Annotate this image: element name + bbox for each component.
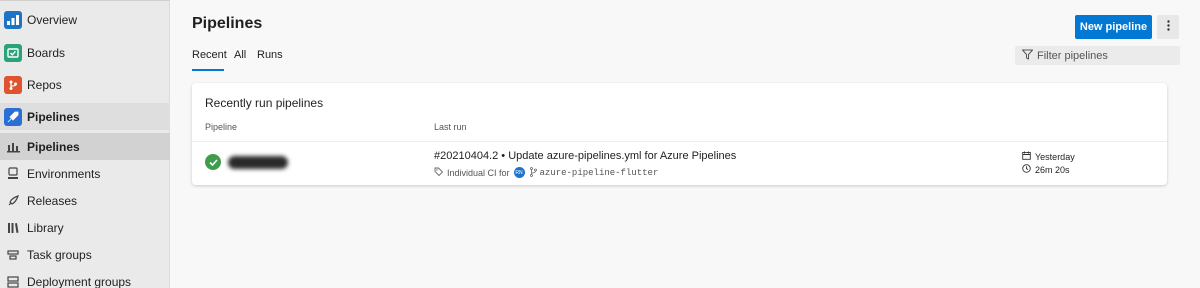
page-title: Pipelines bbox=[192, 15, 263, 32]
tab-runs[interactable]: Runs bbox=[257, 49, 283, 61]
main-content: Pipelines New pipeline Recent All Runs R… bbox=[171, 0, 1200, 288]
sidebar-item-pipelines[interactable]: Pipelines bbox=[0, 103, 170, 130]
filter-pipelines-input[interactable] bbox=[1037, 46, 1177, 65]
sidebar-item-repos[interactable]: Repos bbox=[0, 71, 170, 98]
deployment-groups-icon bbox=[4, 273, 22, 288]
sidebar: Overview Boards Repos Pipelines Pipeline bbox=[0, 0, 170, 288]
filter-icon bbox=[1021, 49, 1034, 63]
sidebar-item-label: Deployment groups bbox=[27, 274, 132, 288]
card-title: Recently run pipelines bbox=[205, 96, 324, 110]
sidebar-item-label: Library bbox=[27, 220, 64, 235]
run-date: Yesterday bbox=[1022, 151, 1075, 162]
trigger-text: Individual CI for bbox=[447, 167, 510, 178]
sidebar-item-releases[interactable]: Releases bbox=[0, 187, 170, 214]
tab-all[interactable]: All bbox=[234, 49, 246, 61]
redacted-pipeline-name bbox=[228, 156, 288, 169]
recent-pipelines-card: Recently run pipelines Pipeline Last run… bbox=[192, 83, 1167, 185]
pipelines-icon bbox=[4, 107, 22, 126]
sidebar-item-library[interactable]: Library bbox=[0, 214, 170, 241]
repos-icon bbox=[4, 75, 22, 94]
tag-icon bbox=[434, 167, 444, 178]
sidebar-divider bbox=[0, 0, 170, 1]
row-divider bbox=[192, 141, 1167, 142]
branch-name[interactable]: azure-pipeline-flutter bbox=[540, 168, 659, 178]
library-icon bbox=[4, 219, 22, 237]
sidebar-item-environments[interactable]: Environments bbox=[0, 160, 170, 187]
environments-icon bbox=[4, 165, 22, 183]
sidebar-item-label: Releases bbox=[27, 193, 78, 208]
sidebar-item-label: Boards bbox=[27, 45, 66, 60]
sidebar-item-overview[interactable]: Overview bbox=[0, 6, 170, 33]
sidebar-item-boards[interactable]: Boards bbox=[0, 39, 170, 66]
pipelines-sub-icon bbox=[4, 138, 22, 156]
clock-icon bbox=[1022, 164, 1035, 175]
boards-icon bbox=[4, 43, 22, 62]
column-header-pipeline: Pipeline bbox=[205, 122, 238, 132]
sidebar-item-label: Task groups bbox=[27, 247, 92, 262]
branch-icon bbox=[529, 166, 537, 179]
sidebar-item-pipelines-sub[interactable]: Pipelines bbox=[0, 133, 170, 160]
run-date-text: Yesterday bbox=[1035, 151, 1075, 162]
sidebar-item-label: Pipelines bbox=[27, 109, 80, 124]
sidebar-item-label: Pipelines bbox=[27, 139, 80, 154]
tab-recent[interactable]: Recent bbox=[192, 49, 227, 61]
sidebar-item-label: Repos bbox=[27, 77, 62, 92]
run-title[interactable]: #20210404.2 • Update azure-pipelines.yml… bbox=[434, 150, 736, 162]
sidebar-item-deployment-groups[interactable]: Deployment groups bbox=[0, 268, 170, 288]
run-meta: Individual CI for RN azure-pipeline-flut… bbox=[434, 166, 658, 179]
run-duration: 26m 20s bbox=[1022, 164, 1070, 175]
new-pipeline-button[interactable]: New pipeline bbox=[1075, 15, 1152, 39]
active-tab-indicator bbox=[192, 69, 224, 71]
more-options-button[interactable] bbox=[1157, 15, 1179, 39]
calendar-icon bbox=[1022, 151, 1035, 162]
column-header-last-run: Last run bbox=[434, 122, 467, 132]
sidebar-item-task-groups[interactable]: Task groups bbox=[0, 241, 170, 268]
avatar: RN bbox=[513, 167, 525, 178]
filter-box[interactable] bbox=[1015, 46, 1180, 65]
run-duration-text: 26m 20s bbox=[1035, 164, 1070, 175]
success-check-icon bbox=[205, 154, 221, 170]
task-groups-icon bbox=[4, 246, 22, 264]
sidebar-item-label: Environments bbox=[27, 166, 101, 181]
rocket-icon bbox=[4, 192, 22, 210]
overview-icon bbox=[4, 10, 22, 29]
sidebar-item-label: Overview bbox=[27, 12, 78, 27]
more-vertical-icon bbox=[1166, 20, 1170, 34]
